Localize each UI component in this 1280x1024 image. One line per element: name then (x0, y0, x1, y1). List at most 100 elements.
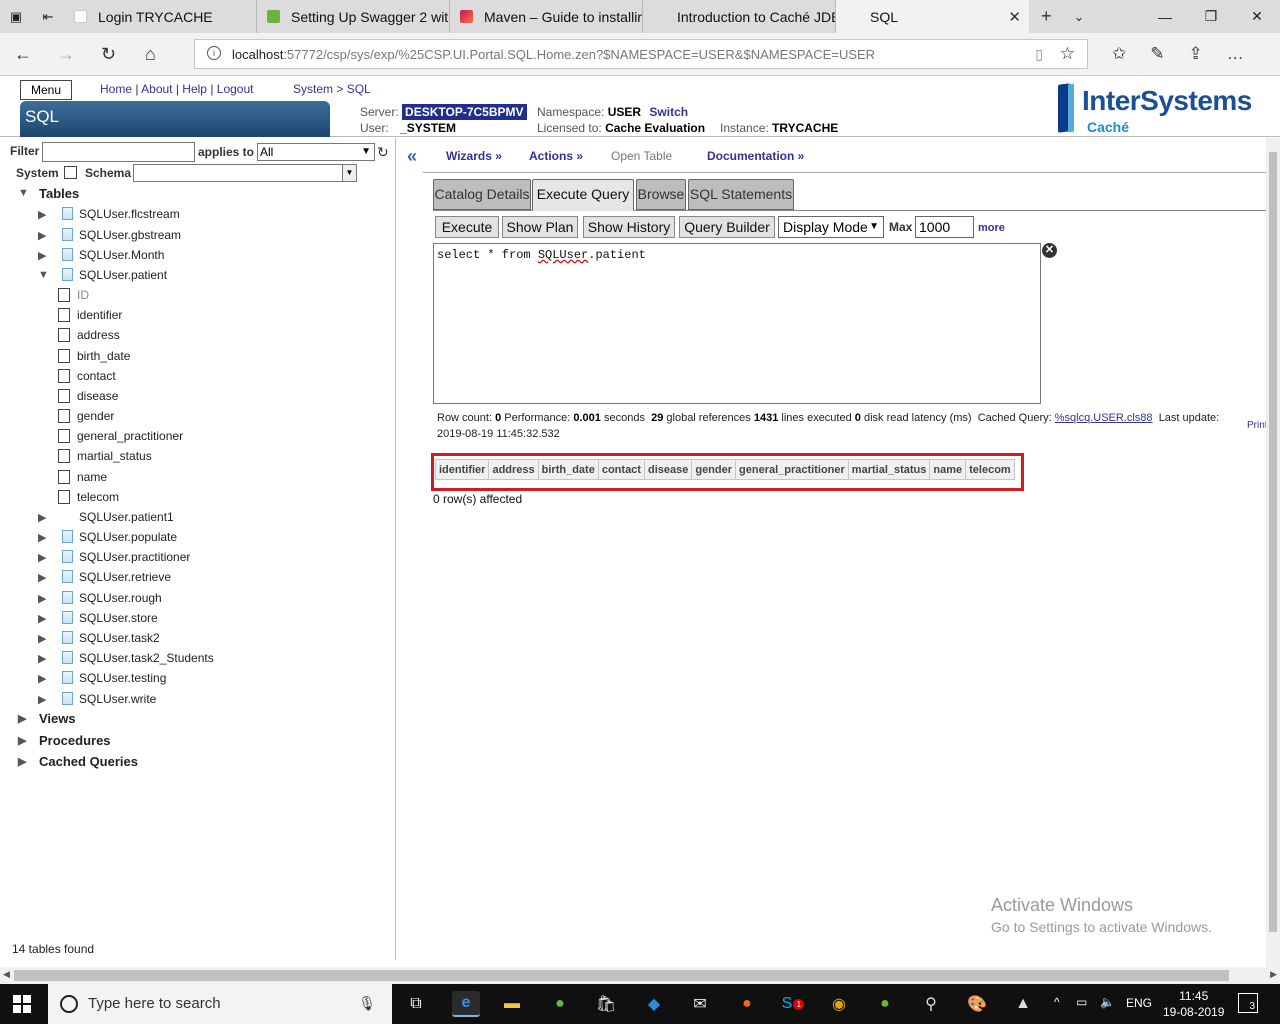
taskbar-clock[interactable]: 11:45 19-08-2019 (1163, 988, 1224, 1020)
tree-table-item[interactable]: ▶ SQLUser.testing (38, 671, 166, 685)
about-link[interactable]: About (141, 82, 172, 96)
result-column-header[interactable]: martial_status (847, 459, 931, 480)
spring-tool-icon[interactable]: ● (546, 991, 574, 1017)
favorite-star-icon[interactable]: ☆ (1060, 44, 1075, 64)
mail-icon[interactable]: ✉ (686, 991, 714, 1017)
help-link[interactable]: Help (182, 82, 207, 96)
back-arrow-icon[interactable]: ← (14, 44, 32, 65)
collapsed-triangle-icon[interactable]: ▶ (38, 551, 46, 564)
collapse-panel-icon[interactable]: « (407, 146, 417, 167)
cache-cube-icon[interactable]: ◆ (640, 991, 668, 1017)
tree-column-item[interactable]: identifier (58, 308, 122, 322)
scroll-right-icon[interactable]: ▶ (1270, 969, 1277, 980)
schema-combobox[interactable]: ▼ (133, 164, 357, 182)
paint-icon[interactable]: 🎨 (963, 991, 991, 1017)
cached-query-link[interactable]: %sqlcq.USER.cls88 (1055, 412, 1153, 424)
restore-icon[interactable]: ❐ (1188, 0, 1234, 33)
result-column-header[interactable]: contact (597, 459, 645, 480)
windows-start-icon[interactable] (13, 995, 31, 1013)
scroll-left-icon[interactable]: ◀ (3, 969, 10, 980)
network-icon[interactable]: ▭ (1076, 995, 1087, 1009)
clear-query-icon[interactable]: ✕ (1042, 243, 1057, 258)
taskbar-search-box[interactable]: Type here to search 🎙 (48, 984, 392, 1024)
menu-button[interactable]: Menu (20, 80, 72, 100)
new-tab-icon[interactable]: + (1041, 6, 1052, 27)
tree-column-item[interactable]: address (58, 328, 120, 342)
max-rows-input[interactable]: 1000 (915, 216, 974, 238)
tray-chevron-up-icon[interactable]: ^ (1054, 995, 1060, 1009)
refresh-icon[interactable]: ↻ (101, 44, 116, 65)
tree-node-procedures[interactable]: ▶ Procedures (18, 733, 111, 748)
tree-table-item-expanded[interactable]: ▼ SQLUser.patient (38, 268, 167, 282)
microphone-icon[interactable]: 🎙 (358, 995, 376, 1012)
result-column-header[interactable]: name (929, 459, 967, 480)
postman-icon[interactable]: ● (733, 991, 761, 1017)
file-explorer-icon[interactable]: ▬ (498, 991, 526, 1017)
pen-notes-icon[interactable]: ✎ (1150, 44, 1164, 64)
collapsed-triangle-icon[interactable]: ▶ (38, 511, 46, 524)
collapsed-triangle-icon[interactable]: ▶ (38, 531, 46, 544)
actions-menu[interactable]: Actions » (529, 149, 583, 163)
browser-tab-3[interactable]: Introduction to Caché JDB (643, 0, 836, 33)
edge-browser-icon[interactable]: e (452, 991, 480, 1017)
tree-table-item[interactable]: ▶ SQLUser.task2 (38, 631, 160, 645)
query-builder-button[interactable]: Query Builder (679, 216, 775, 238)
browser-tab-1[interactable]: Setting Up Swagger 2 with (257, 0, 450, 33)
open-table-link[interactable]: Open Table (611, 149, 672, 163)
reading-view-icon[interactable]: ▯ (1035, 46, 1043, 63)
photos-icon[interactable]: ▲ (1009, 991, 1037, 1017)
action-center-icon[interactable]: 3 (1238, 993, 1258, 1013)
minimize-icon[interactable]: — (1142, 0, 1188, 33)
collapsed-triangle-icon[interactable]: ▶ (38, 249, 46, 262)
result-column-header[interactable]: general_practitioner (735, 459, 849, 480)
result-column-header[interactable]: disease (643, 459, 693, 480)
tab-browse[interactable]: Browse (636, 179, 686, 210)
browser-tab-2[interactable]: Maven – Guide to installin (450, 0, 643, 33)
collapsed-triangle-icon[interactable]: ▶ (38, 652, 46, 665)
browser-tab-0[interactable]: Login TRYCACHE (64, 0, 257, 33)
expanded-triangle-icon[interactable]: ▼ (38, 269, 49, 281)
chevron-down-icon[interactable]: ▼ (342, 165, 356, 181)
refresh-tree-icon[interactable]: ↻ (377, 144, 389, 161)
collapsed-triangle-icon[interactable]: ▶ (38, 592, 46, 605)
sql-query-editor[interactable]: select * from SQLUser.patient (433, 243, 1041, 404)
tree-node-tables[interactable]: ▼ Tables (18, 186, 79, 201)
set-aside-tabs-icon[interactable]: ⇤ (32, 0, 64, 33)
tree-table-item[interactable]: ▶ SQLUser.gbstream (38, 228, 181, 242)
expanded-triangle-icon[interactable]: ▼ (18, 187, 29, 199)
filter-input[interactable] (42, 142, 195, 162)
breadcrumb-system[interactable]: System (293, 82, 333, 96)
collapsed-triangle-icon[interactable]: ▶ (38, 208, 46, 221)
tree-column-item[interactable]: name (58, 470, 107, 484)
tree-table-item[interactable]: ▶ SQLUser.task2_Students (38, 651, 214, 665)
result-column-header[interactable]: telecom (965, 459, 1015, 480)
tree-column-item[interactable]: gender (58, 409, 114, 423)
forward-arrow-icon[interactable]: → (57, 44, 75, 65)
collapsed-triangle-icon[interactable]: ▶ (38, 612, 46, 625)
share-icon[interactable]: ⇪ (1189, 44, 1203, 64)
tab-execute-query[interactable]: Execute Query (532, 179, 634, 211)
volume-icon[interactable]: 🔈 (1100, 995, 1115, 1009)
collapsed-triangle-icon[interactable]: ▶ (18, 755, 26, 768)
show-plan-button[interactable]: Show Plan (502, 216, 578, 238)
close-tab-icon[interactable]: ✕ (1008, 8, 1021, 26)
result-column-header[interactable]: address (488, 459, 539, 480)
favorites-hub-icon[interactable]: ✩ (1112, 44, 1126, 64)
close-window-icon[interactable]: ✕ (1234, 0, 1280, 33)
tree-table-item[interactable]: ▶ SQLUser.populate (38, 530, 177, 544)
more-options-link[interactable]: more (978, 222, 1005, 234)
language-indicator[interactable]: ENG (1126, 996, 1152, 1010)
tree-table-item[interactable]: ▶ SQLUser.flcstream (38, 207, 180, 221)
tab-sql-statements[interactable]: SQL Statements (688, 179, 794, 210)
tree-table-item[interactable]: ▶ SQLUser.patient1 (38, 510, 174, 524)
tree-column-item[interactable]: birth_date (58, 349, 130, 363)
documentation-menu[interactable]: Documentation » (707, 149, 804, 163)
tree-table-item[interactable]: ▶ SQLUser.practitioner (38, 550, 190, 564)
horizontal-scrollbar[interactable]: ◀ ▶ (0, 967, 1280, 984)
result-column-header[interactable]: gender (691, 459, 737, 480)
tree-column-item[interactable]: ID (58, 288, 89, 302)
more-dots-icon[interactable]: … (1227, 44, 1244, 64)
collapsed-triangle-icon[interactable]: ▶ (38, 693, 46, 706)
tab-manager-icon[interactable]: ▣ (0, 0, 32, 33)
tree-node-views[interactable]: ▶ Views (18, 711, 76, 726)
